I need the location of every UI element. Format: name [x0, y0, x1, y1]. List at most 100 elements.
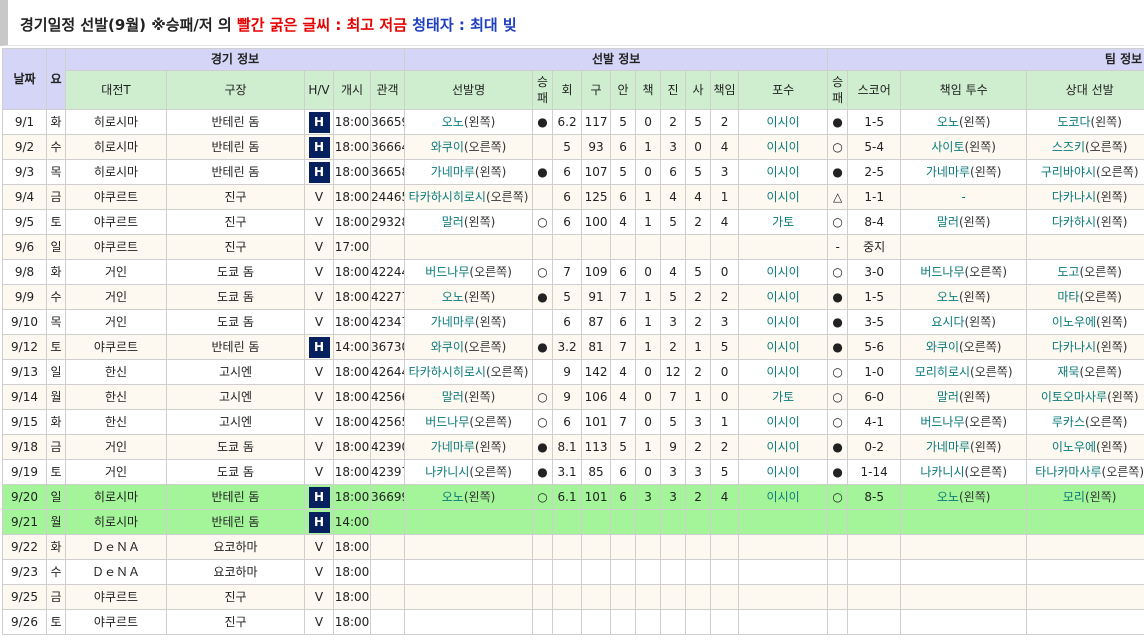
- cell-venue: 도쿄 돔: [166, 259, 305, 285]
- responsible-pitcher-link[interactable]: 말러: [937, 390, 959, 404]
- cell-catcher: 이시이: [738, 134, 829, 160]
- cell-team-wl: [827, 584, 849, 610]
- col-responsible-pitcher: 책임 투수: [900, 70, 1028, 110]
- cell-innings: 9: [552, 384, 583, 410]
- starter-name-link[interactable]: 와쿠이: [431, 340, 464, 354]
- responsible-pitcher-link[interactable]: 오노: [937, 290, 959, 304]
- cell-opponent-starter: [1026, 559, 1144, 585]
- cell-er: 3: [710, 159, 740, 185]
- starter-name-link[interactable]: 오노: [442, 490, 464, 504]
- cell-venue: 진구: [166, 209, 305, 235]
- responsible-pitcher-link[interactable]: 오노: [937, 115, 959, 129]
- responsible-pitcher-link[interactable]: 버드나무: [920, 415, 964, 429]
- responsible-pitcher-link[interactable]: 가네마루: [926, 165, 970, 179]
- opponent-starter-link[interactable]: 다카나시: [1052, 340, 1096, 354]
- cell-hits: [610, 559, 637, 585]
- cell-starter: [404, 609, 534, 635]
- cell-team-wl: ○: [827, 484, 849, 510]
- cell-attendance: [369, 534, 406, 560]
- responsible-pitcher-link[interactable]: 버드나무: [920, 265, 964, 279]
- cell-attendance: 42347: [369, 309, 406, 335]
- cell-venue: 반테린 돔: [166, 109, 305, 135]
- starter-name-link[interactable]: 타카하시히로시: [409, 190, 486, 204]
- col-er: 책임: [710, 70, 740, 110]
- cell-so: 4: [685, 184, 712, 210]
- cell-hits: 7: [610, 409, 637, 435]
- cell-team-wl: ○: [827, 259, 849, 285]
- opponent-starter-link[interactable]: 재묵: [1057, 365, 1079, 379]
- cell-catcher: 이시이: [738, 484, 829, 510]
- cell-date: 9/6: [2, 234, 47, 260]
- cell-pitches: 107: [581, 159, 612, 185]
- cell-er: 2: [710, 284, 740, 310]
- cell-hv: H: [304, 159, 334, 185]
- cell-pitches: [581, 609, 612, 635]
- home-visitor-badge: V: [314, 365, 324, 379]
- responsible-pitcher-link[interactable]: 오노: [937, 490, 959, 504]
- opponent-starter-link[interactable]: 스즈키: [1052, 140, 1085, 154]
- cell-bb: 5: [660, 209, 687, 235]
- cell-opponent: 야쿠르트: [65, 334, 167, 360]
- cell-catcher: 이시이: [738, 309, 829, 335]
- responsible-pitcher-link[interactable]: 요시다: [931, 315, 964, 329]
- cell-responsible-pitcher: 말러(왼쪽): [900, 384, 1028, 410]
- cell-start: 18:00: [333, 584, 371, 610]
- responsible-pitcher-link[interactable]: 사이토: [931, 140, 964, 154]
- cell-start: 18:00: [333, 559, 371, 585]
- cell-opponent-starter: 다카하시(왼쪽): [1026, 209, 1144, 235]
- cell-catcher: [738, 609, 829, 635]
- cell-catcher: 가토: [738, 384, 829, 410]
- starter-hand: (왼쪽): [463, 390, 496, 404]
- cell-hv: H: [304, 134, 334, 160]
- cell-day: 수: [46, 284, 66, 310]
- opponent-starter-link[interactable]: 이노우에: [1052, 440, 1096, 454]
- responsible-pitcher-link[interactable]: 와쿠이: [926, 340, 959, 354]
- cell-bb: 5: [660, 409, 687, 435]
- cell-responsible-pitcher: [900, 534, 1028, 560]
- home-visitor-badge: H: [308, 487, 330, 508]
- opponent-starter-link[interactable]: 마타: [1057, 290, 1079, 304]
- cell-team-wl: ○: [827, 209, 849, 235]
- cell-start: 18:00: [333, 184, 371, 210]
- opponent-starter-link[interactable]: 루카스: [1052, 415, 1085, 429]
- opponent-starter-link[interactable]: 도고: [1057, 265, 1079, 279]
- opponent-starter-link[interactable]: 다카하시: [1052, 215, 1096, 229]
- opponent-starter-link[interactable]: 타나카마사루: [1035, 465, 1101, 479]
- responsible-pitcher-link[interactable]: 나카니시: [920, 465, 964, 479]
- opponent-starter-hand: (오른쪽): [1079, 290, 1122, 304]
- starter-name-link[interactable]: 가네마루: [431, 315, 475, 329]
- table-row: 9/12토야쿠르트반테린 돔H14:0036730와쿠이(오른쪽)●3.2817…: [2, 334, 1144, 360]
- cell-opponent: 히로시마: [65, 109, 167, 135]
- cell-catcher: 이시이: [738, 109, 829, 135]
- starter-name-link[interactable]: 가네마루: [431, 440, 475, 454]
- starter-name-link[interactable]: 버드나무: [425, 265, 469, 279]
- starter-name-link[interactable]: 오노: [442, 290, 464, 304]
- opponent-starter-link[interactable]: 구리바야시: [1041, 165, 1096, 179]
- opponent-starter-link[interactable]: 이노우에: [1052, 315, 1096, 329]
- opponent-starter-link[interactable]: 도코다: [1057, 115, 1090, 129]
- responsible-pitcher-link[interactable]: -: [962, 190, 966, 204]
- table-row: 9/14월한신고시엔V18:0042566말러(왼쪽)○910640710가토○…: [2, 384, 1144, 410]
- responsible-pitcher-link[interactable]: 말러: [937, 215, 959, 229]
- opponent-starter-link[interactable]: 다카나시: [1052, 190, 1096, 204]
- starter-name-link[interactable]: 와쿠이: [431, 140, 464, 154]
- cell-score: 4-1: [847, 409, 902, 435]
- title-blue-note: 청태자 : 최대 빚: [407, 16, 517, 34]
- starter-name-link[interactable]: 나카니시: [425, 465, 469, 479]
- starter-name-link[interactable]: 오노: [442, 115, 464, 129]
- cell-hv: V: [304, 309, 334, 335]
- starter-name-link[interactable]: 가네마루: [431, 165, 475, 179]
- starter-name-link[interactable]: 말러: [442, 390, 464, 404]
- cell-hv: H: [304, 109, 334, 135]
- table-row: 9/9수거인도쿄 돔V18:0042277오노(왼쪽)●59171522이시이●…: [2, 284, 1144, 310]
- responsible-pitcher-link[interactable]: 모리히로시: [915, 365, 970, 379]
- responsible-pitcher-link[interactable]: 가네마루: [926, 440, 970, 454]
- starter-name-link[interactable]: 버드나무: [425, 415, 469, 429]
- opponent-starter-link[interactable]: 모리: [1063, 490, 1085, 504]
- cell-wl: ●: [532, 284, 554, 310]
- cell-starter: 타카하시히로시(오른쪽): [404, 184, 534, 210]
- opponent-starter-link[interactable]: 이토오마사루: [1041, 390, 1107, 404]
- starter-name-link[interactable]: 타카하시히로시: [409, 365, 486, 379]
- cell-attendance: 36699: [369, 484, 406, 510]
- starter-name-link[interactable]: 말러: [442, 215, 464, 229]
